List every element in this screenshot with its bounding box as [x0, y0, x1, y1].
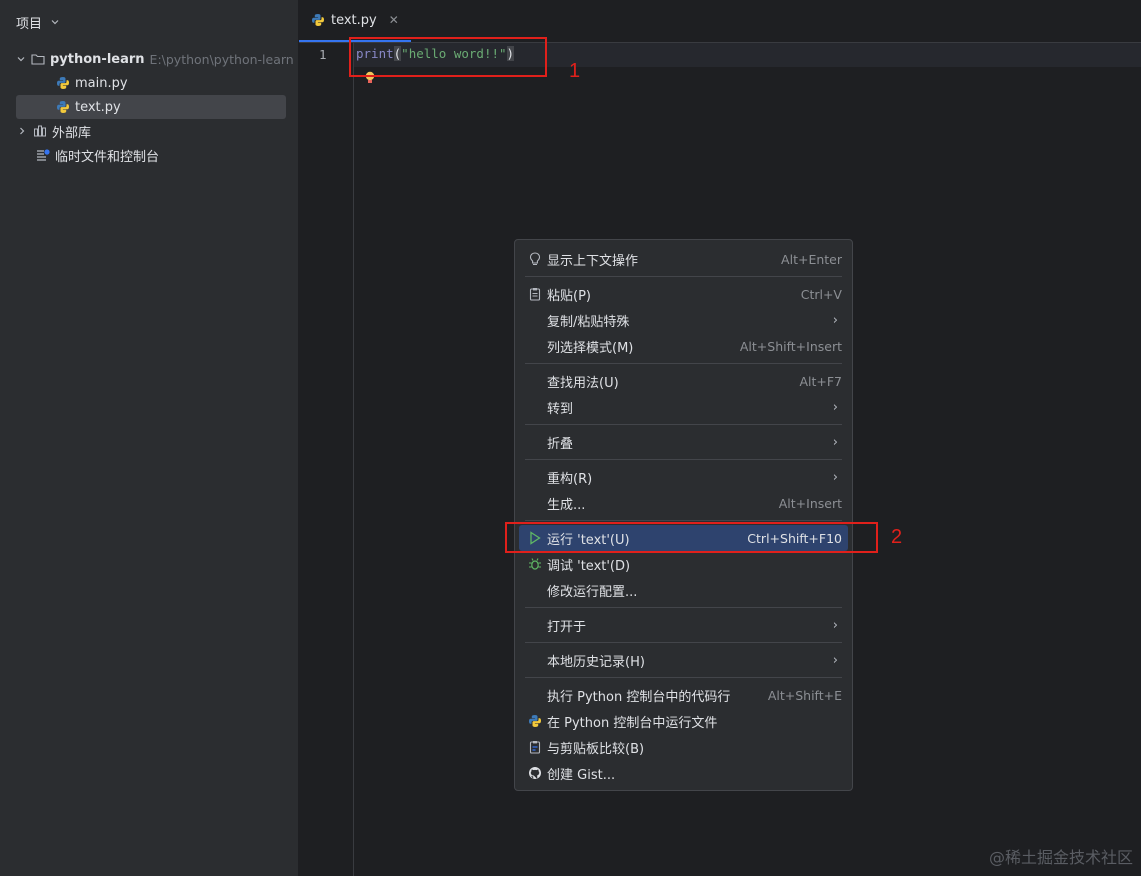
menu-item-execute-in-console[interactable]: 执行 Python 控制台中的代码行 Alt+Shift+E [519, 682, 848, 708]
menu-shortcut: Alt+Enter [781, 251, 842, 267]
chevron-right-icon: › [832, 652, 838, 668]
tree-item-project-root[interactable]: python-learn E:\python\python-learn [16, 47, 294, 71]
menu-shortcut: Alt+Shift+E [767, 687, 842, 703]
library-icon [33, 124, 47, 138]
menu-label: 本地历史记录(H) [547, 654, 645, 670]
python-file-icon [56, 76, 70, 90]
menu-label: 显示上下文操作 [547, 253, 639, 269]
menu-separator [525, 424, 842, 425]
debug-icon [527, 556, 543, 572]
menu-item-create-gist[interactable]: 创建 Gist... [519, 760, 848, 786]
menu-item-column-selection[interactable]: 列选择模式(M) Alt+Shift+Insert [519, 333, 848, 359]
menu-item-compare-clipboard[interactable]: 与剪贴板比较(B) [519, 734, 848, 760]
tree-item-external-libs[interactable]: 外部库 [16, 119, 286, 143]
menu-item-refactor[interactable]: 重构(R) › [519, 464, 848, 490]
panel-title: 项目 [16, 16, 43, 32]
chevron-down-icon[interactable] [48, 15, 62, 29]
chevron-right-icon: › [832, 469, 838, 485]
menu-label: 修改运行配置... [547, 584, 638, 600]
menu-item-open-in[interactable]: 打开于 › [519, 612, 848, 638]
compare-icon [527, 739, 543, 755]
tree-item-main-py[interactable]: main.py [16, 71, 286, 95]
python-file-icon [56, 100, 70, 114]
python-icon [527, 713, 543, 729]
context-menu: 显示上下文操作 Alt+Enter 粘贴(P) Ctrl+V 复制/粘贴特殊 ›… [514, 239, 853, 791]
lightbulb-icon [527, 251, 543, 267]
tree-item-text-py[interactable]: text.py [16, 95, 286, 119]
menu-item-show-context-actions[interactable]: 显示上下文操作 Alt+Enter [519, 246, 848, 272]
chevron-right-icon: › [832, 312, 838, 328]
annotation-label-1: 1 [569, 60, 581, 82]
menu-label: 与剪贴板比较(B) [547, 741, 645, 757]
menu-label: 列选择模式(M) [547, 340, 634, 356]
menu-item-find-usages[interactable]: 查找用法(U) Alt+F7 [519, 368, 848, 394]
menu-item-generate[interactable]: 生成... Alt+Insert [519, 490, 848, 516]
menu-shortcut: Alt+Shift+Insert [739, 338, 842, 354]
menu-item-copy-paste-special[interactable]: 复制/粘贴特殊 › [519, 307, 848, 333]
tree-item-label: 外部库 [52, 125, 92, 141]
line-number: 1 [319, 47, 327, 62]
project-root-path: E:\python\python-learn [149, 51, 294, 67]
chevron-right-icon[interactable] [16, 125, 28, 137]
annotation-box-2 [505, 522, 878, 553]
project-root-name: python-learn [50, 51, 145, 67]
tab-label: text.py [331, 12, 377, 28]
menu-label: 打开于 [547, 619, 587, 635]
clipboard-icon [527, 286, 543, 302]
menu-label: 调试 'text'(D) [547, 558, 631, 574]
scratches-icon [36, 148, 50, 162]
tree-item-label: text.py [75, 99, 121, 115]
menu-item-local-history[interactable]: 本地历史记录(H) › [519, 647, 848, 673]
tab-text-py[interactable]: text.py ✕ [299, 0, 411, 42]
watermark: @稀土掘金技术社区 [988, 848, 1133, 867]
menu-item-debug-text[interactable]: 调试 'text'(D) [519, 551, 848, 577]
menu-label: 执行 Python 控制台中的代码行 [547, 689, 731, 705]
tree-item-label: main.py [75, 75, 128, 91]
menu-shortcut: Alt+F7 [799, 373, 842, 389]
project-panel: 项目 python-learn E:\python\python-learn m… [0, 0, 299, 876]
menu-label: 生成... [547, 497, 586, 513]
menu-label: 折叠 [547, 436, 574, 452]
menu-label: 粘贴(P) [547, 288, 591, 304]
editor-gutter: 1 [299, 43, 354, 876]
menu-label: 查找用法(U) [547, 375, 619, 391]
menu-label: 在 Python 控制台中运行文件 [547, 715, 718, 731]
project-panel-header[interactable]: 项目 [16, 12, 62, 32]
menu-separator [525, 363, 842, 364]
chevron-right-icon: › [832, 434, 838, 450]
menu-shortcut: Ctrl+V [800, 286, 842, 302]
menu-label: 复制/粘贴特殊 [547, 314, 630, 330]
annotation-label-2: 2 [891, 526, 903, 548]
chevron-right-icon: › [832, 617, 838, 633]
menu-shortcut: Alt+Insert [778, 495, 842, 511]
menu-item-modify-run-config[interactable]: 修改运行配置... [519, 577, 848, 603]
menu-item-folding[interactable]: 折叠 › [519, 429, 848, 455]
menu-separator [525, 607, 842, 608]
menu-separator [525, 520, 842, 521]
menu-separator [525, 276, 842, 277]
tree-item-scratches[interactable]: 临时文件和控制台 [16, 143, 286, 167]
menu-label: 创建 Gist... [547, 767, 616, 783]
python-file-icon [311, 13, 325, 27]
menu-separator [525, 459, 842, 460]
close-icon[interactable]: ✕ [389, 13, 399, 27]
menu-label: 重构(R) [547, 471, 593, 487]
menu-separator [525, 677, 842, 678]
folder-icon [31, 52, 45, 66]
chevron-down-icon[interactable] [16, 53, 26, 65]
menu-item-go-to[interactable]: 转到 › [519, 394, 848, 420]
menu-item-run-file-in-console[interactable]: 在 Python 控制台中运行文件 [519, 708, 848, 734]
menu-label: 转到 [547, 401, 574, 417]
tree-item-label: 临时文件和控制台 [55, 149, 160, 165]
menu-separator [525, 642, 842, 643]
github-icon [527, 765, 543, 781]
chevron-right-icon: › [832, 399, 838, 415]
annotation-box-1 [349, 37, 547, 77]
menu-item-paste[interactable]: 粘贴(P) Ctrl+V [519, 281, 848, 307]
